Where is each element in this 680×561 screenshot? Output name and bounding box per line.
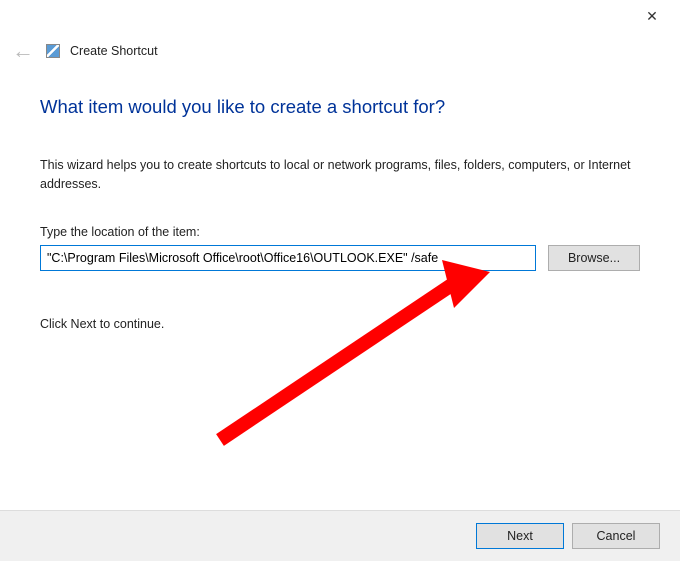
browse-button[interactable]: Browse... [548, 245, 640, 271]
back-arrow-icon[interactable]: ← [10, 40, 36, 62]
close-button[interactable]: ✕ [636, 2, 668, 30]
location-input[interactable] [40, 245, 536, 271]
page-heading: What item would you like to create a sho… [40, 96, 640, 118]
shortcut-wizard-icon [46, 44, 60, 58]
header-row: ← Create Shortcut [0, 32, 680, 68]
footer-bar: Next Cancel [0, 510, 680, 561]
next-hint: Click Next to continue. [40, 317, 640, 331]
location-row: Browse... [40, 245, 640, 271]
content-area: What item would you like to create a sho… [0, 68, 680, 355]
wizard-description: This wizard helps you to create shortcut… [40, 156, 640, 195]
cancel-button[interactable]: Cancel [572, 523, 660, 549]
next-button[interactable]: Next [476, 523, 564, 549]
location-label: Type the location of the item: [40, 225, 640, 239]
dialog-title: Create Shortcut [70, 44, 158, 58]
titlebar: ✕ [0, 0, 680, 32]
